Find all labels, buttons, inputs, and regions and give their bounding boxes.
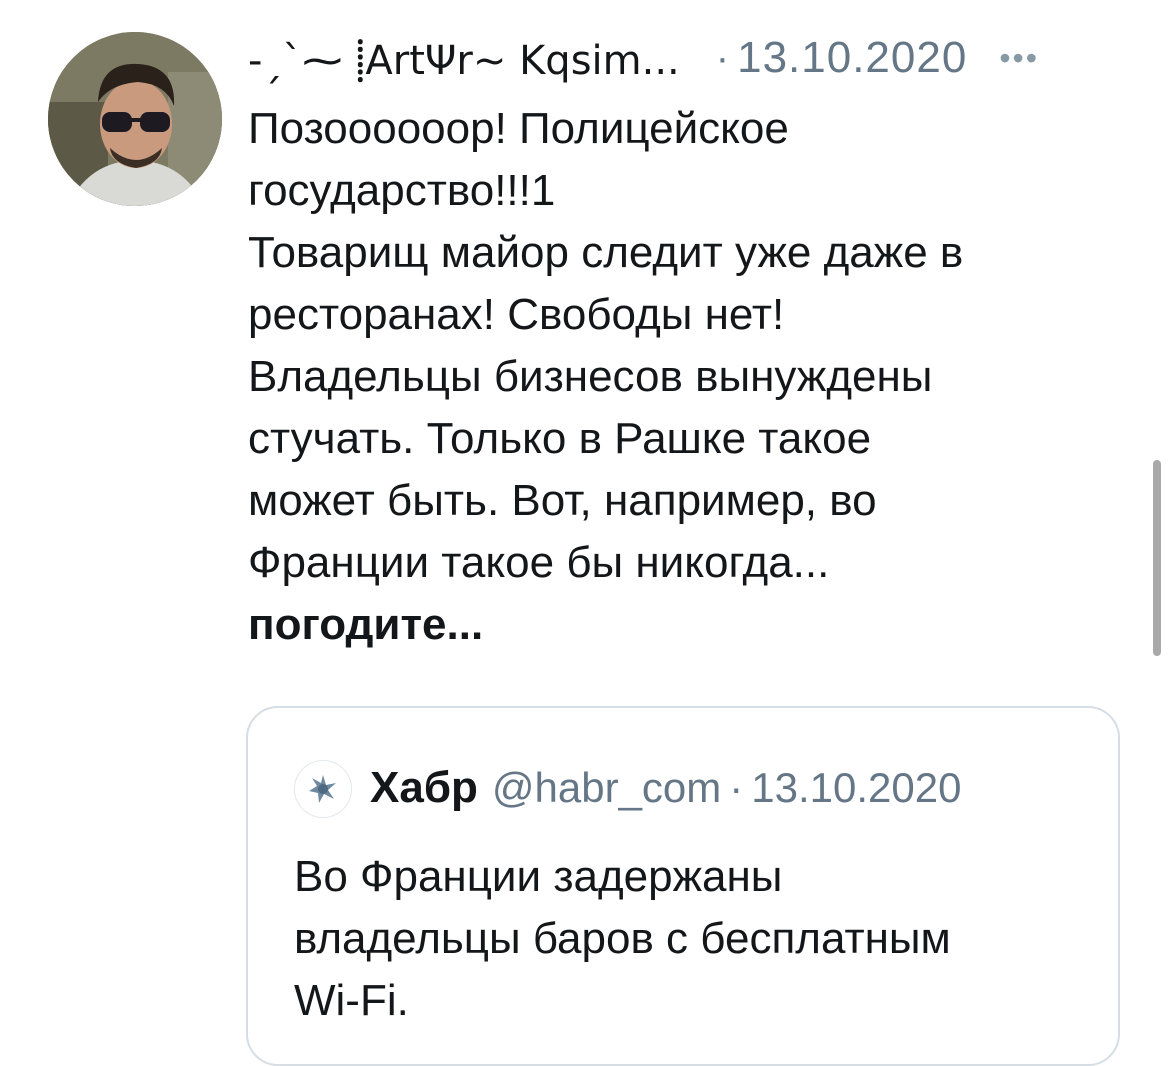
quoted-text-line: владельцы баров с бесплатным (294, 914, 951, 963)
tweet-text-line: Франции такое бы никогда... (248, 538, 830, 587)
avatar-photo (48, 32, 222, 206)
quoted-tweet-text: Во Франции задержаны владельцы баров с б… (294, 846, 1094, 1032)
tweet-text-line: Позоооооор! Полицейское (248, 104, 789, 153)
scrollbar[interactable] (1153, 460, 1161, 656)
quoted-name[interactable]: Хабр (370, 763, 478, 813)
display-name[interactable]: -ˏˋ⁓ ⸽ArtΨr~ Kqsim... (248, 31, 680, 86)
tweet-text-line: Товарищ майор следит уже даже в (248, 228, 964, 277)
quoted-tweet-header: Хабр @habr_com · 13.10.2020 (370, 756, 962, 820)
tweet-header: -ˏˋ⁓ ⸽ArtΨr~ Kqsim... · 13.10.2020 ••• (248, 28, 1110, 88)
tweet-text: Позоооооор! Полицейское государство!!!1 … (248, 98, 1128, 656)
user-avatar[interactable] (48, 32, 222, 206)
tweet-text-line: государство!!!1 (248, 166, 556, 215)
quoted-date-separator: · (729, 764, 744, 811)
more-options-icon[interactable]: ••• (999, 40, 1039, 77)
habr-logo-icon (295, 761, 351, 817)
quoted-text-line: Во Франции задержаны (294, 852, 783, 901)
quoted-text-line: Wi-Fi. (294, 976, 409, 1025)
quoted-avatar[interactable] (294, 760, 352, 818)
tweet-text-line: ресторанах! Свободы нет! (248, 290, 785, 339)
tweet-text-line: стучать. Только в Рашке такое (248, 414, 872, 463)
quoted-tweet-card[interactable]: Хабр @habr_com · 13.10.2020 Во Франции з… (246, 706, 1120, 1066)
quoted-date: 13.10.2020 (751, 764, 962, 811)
tweet-text-line: Владельцы бизнесов вынуждены (248, 352, 933, 401)
date-separator: · (715, 35, 730, 80)
tweet-text-line: может быть. Вот, например, во (248, 476, 877, 525)
tweet-date[interactable]: 13.10.2020 (737, 33, 967, 83)
tweet-text-line-bold: погодите... (248, 600, 484, 649)
quoted-handle[interactable]: @habr_com (492, 764, 721, 812)
